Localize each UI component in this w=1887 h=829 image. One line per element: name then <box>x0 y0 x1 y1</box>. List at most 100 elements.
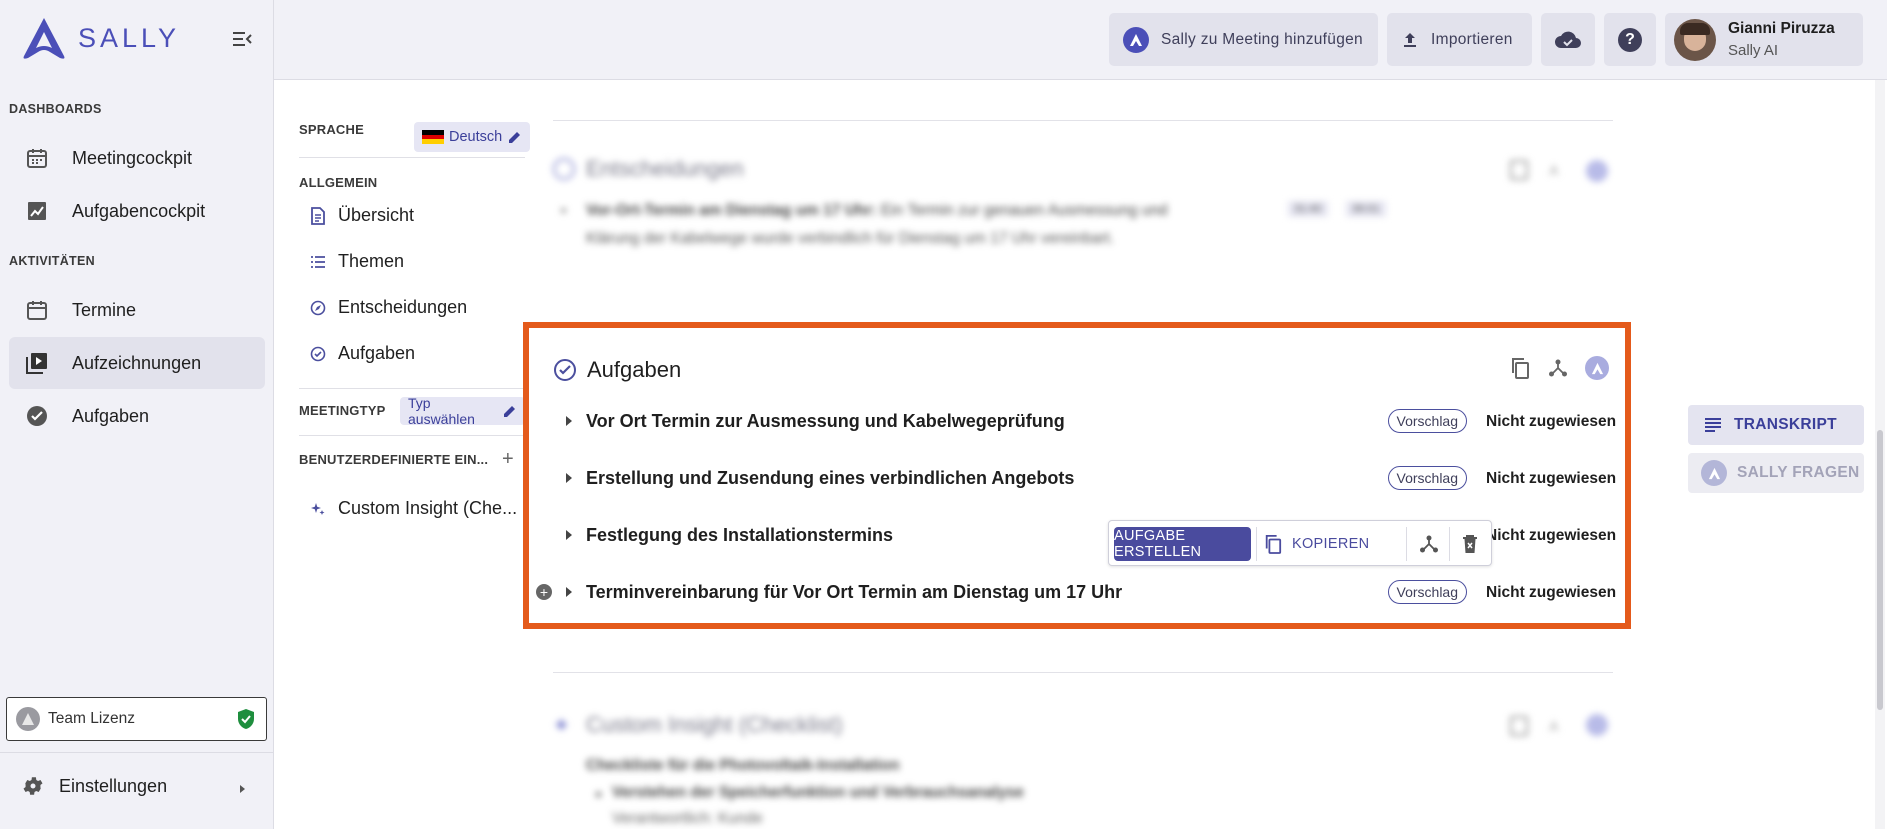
ask-sally-button[interactable]: SALLY FRAGEN <box>1688 453 1864 493</box>
divider <box>299 435 525 436</box>
expand-caret-icon[interactable] <box>563 528 575 542</box>
copy-button[interactable]: KOPIEREN <box>1264 527 1369 561</box>
sidebar-item-aufgabencockpit[interactable]: Aufgabencockpit <box>9 185 265 237</box>
license-badge[interactable]: Team Lizenz <box>6 697 267 741</box>
cloud-check-icon <box>1554 30 1582 50</box>
sally-icon[interactable] <box>1585 356 1609 380</box>
timestamp-end: 36:01 <box>1346 201 1386 217</box>
copy-icon[interactable] <box>1510 160 1528 180</box>
decision-item-text-2: Klärung der Kabelwege wurde verbindlich … <box>586 230 1115 247</box>
add-circle-icon[interactable]: + <box>536 584 552 600</box>
sally-icon[interactable] <box>1586 714 1608 736</box>
language-value: Deutsch <box>449 129 503 145</box>
status-badge: Vorschlag <box>1387 409 1467 433</box>
dashboards-section-label: DASHBOARDS <box>9 102 102 116</box>
chart-icon <box>23 197 51 225</box>
nav-link-label: Aufgaben <box>338 343 416 363</box>
create-task-button[interactable]: AUFGABE ERSTELLEN <box>1114 527 1251 561</box>
ask-sally-label: SALLY FRAGEN <box>1737 464 1860 481</box>
nav-link-label: Custom Insight (Che... <box>338 498 518 518</box>
sidebar-item-termine[interactable]: Termine <box>9 284 265 336</box>
sidebar-item-label: Aufgaben <box>72 405 150 426</box>
chevron-right-icon <box>237 781 247 799</box>
divider <box>299 157 525 158</box>
copy-icon <box>1264 534 1282 554</box>
logo-text: SALLY <box>78 22 181 53</box>
sparkle-icon <box>310 501 326 517</box>
expand-caret-icon[interactable] <box>563 471 575 485</box>
expand-caret-icon[interactable] <box>563 585 575 599</box>
delete-icon[interactable] <box>1461 534 1479 554</box>
nav-link-entscheidungen[interactable]: Entscheidungen <box>310 297 467 318</box>
bullet-icon <box>561 208 566 213</box>
nav-link-aufgaben[interactable]: Aufgaben <box>310 343 415 364</box>
assignee[interactable]: Nicht zugewiesen <box>1486 584 1616 602</box>
activities-section-label: AKTIVITÄTEN <box>9 254 95 268</box>
assignee[interactable]: Nicht zugewiesen <box>1486 413 1616 431</box>
settings-button[interactable]: Einstellungen <box>0 752 274 819</box>
nav-link-label: Übersicht <box>338 205 415 225</box>
assignee[interactable]: Nicht zugewiesen <box>1486 527 1616 545</box>
task-title: Festlegung des Installationstermins <box>586 525 894 545</box>
tasks-header: Aufgaben <box>553 357 681 383</box>
nav-link-themen[interactable]: Themen <box>310 251 404 272</box>
calendar-icon <box>23 296 51 324</box>
section-title: Entscheidungen <box>586 156 744 181</box>
add-sally-to-meeting-button[interactable]: Sally zu Meeting hinzufügen <box>1109 13 1378 66</box>
copy-label: KOPIEREN <box>1292 536 1370 552</box>
sally-logo-icon <box>23 18 65 59</box>
divider <box>1256 527 1257 561</box>
shield-check-icon <box>236 708 256 735</box>
share-icon[interactable]: ⋏ <box>1548 716 1566 736</box>
assignee[interactable]: Nicht zugewiesen <box>1486 470 1616 488</box>
sidebar-item-aufgaben[interactable]: Aufgaben <box>9 390 265 442</box>
menu-collapse-icon[interactable] <box>230 27 254 51</box>
scrollbar-thumb[interactable] <box>1877 430 1883 710</box>
compass-icon <box>310 300 326 316</box>
video-library-icon <box>23 349 51 377</box>
upload-icon <box>1401 31 1419 49</box>
share-icon[interactable] <box>1548 358 1568 378</box>
task-row[interactable]: + Terminvereinbarung für Vor Ort Termin … <box>536 573 1616 613</box>
divider <box>1449 527 1450 561</box>
list-icon <box>310 254 326 270</box>
sally-icon[interactable] <box>1586 160 1608 182</box>
transcript-button[interactable]: TRANSKRIPT <box>1688 405 1864 445</box>
language-selector[interactable]: Deutsch <box>414 122 531 152</box>
sparkle-icon: ✦ <box>553 715 570 737</box>
nav-link-custom-insight[interactable]: Custom Insight (Che... <box>310 498 517 519</box>
copy-icon[interactable] <box>1510 357 1530 379</box>
help-button[interactable]: ? <box>1604 13 1656 66</box>
share-icon[interactable]: ⋏ <box>1548 160 1566 180</box>
divider <box>299 388 525 389</box>
add-custom-insight-icon[interactable]: + <box>502 449 514 469</box>
user-profile-button[interactable]: Gianni Piruzza Sally AI <box>1665 13 1863 66</box>
compass-icon <box>553 158 575 180</box>
gear-icon <box>21 774 45 798</box>
sally-logo[interactable]: SALLY <box>20 16 180 60</box>
nav-link-uebersicht[interactable]: Übersicht <box>310 205 414 226</box>
divider <box>1406 527 1407 561</box>
sidebar-item-aufzeichnungen[interactable]: Aufzeichnungen <box>9 337 265 389</box>
sidebar-item-meetingcockpit[interactable]: Meetingcockpit <box>9 132 265 184</box>
user-company: Sally AI <box>1728 42 1779 59</box>
document-icon <box>310 206 326 225</box>
license-label: Team Lizenz <box>48 710 136 727</box>
divider <box>553 672 1613 673</box>
meeting-type-selector[interactable]: Typ auswählen <box>400 395 525 427</box>
copy-icon[interactable] <box>1510 716 1528 736</box>
import-button[interactable]: Importieren <box>1387 13 1532 66</box>
task-row[interactable]: Erstellung und Zusendung eines verbindli… <box>563 459 1616 499</box>
check-circle-icon <box>23 402 51 430</box>
section-title: Aufgaben <box>587 357 682 382</box>
task-title: Erstellung und Zusendung eines verbindli… <box>586 468 1075 488</box>
task-row[interactable]: Vor Ort Termin zur Ausmessung und Kabelw… <box>563 402 1616 442</box>
task-title: Terminvereinbarung für Vor Ort Termin am… <box>586 582 1123 602</box>
edit-icon <box>503 404 517 418</box>
expand-caret-icon[interactable] <box>563 414 575 428</box>
bullet-icon <box>596 792 601 797</box>
cloud-sync-button[interactable] <box>1541 13 1595 66</box>
sidebar: SALLY DASHBOARDS Meetingcockpit Aufgaben… <box>0 0 274 829</box>
share-icon[interactable] <box>1419 534 1439 554</box>
sally-icon <box>1701 460 1727 486</box>
